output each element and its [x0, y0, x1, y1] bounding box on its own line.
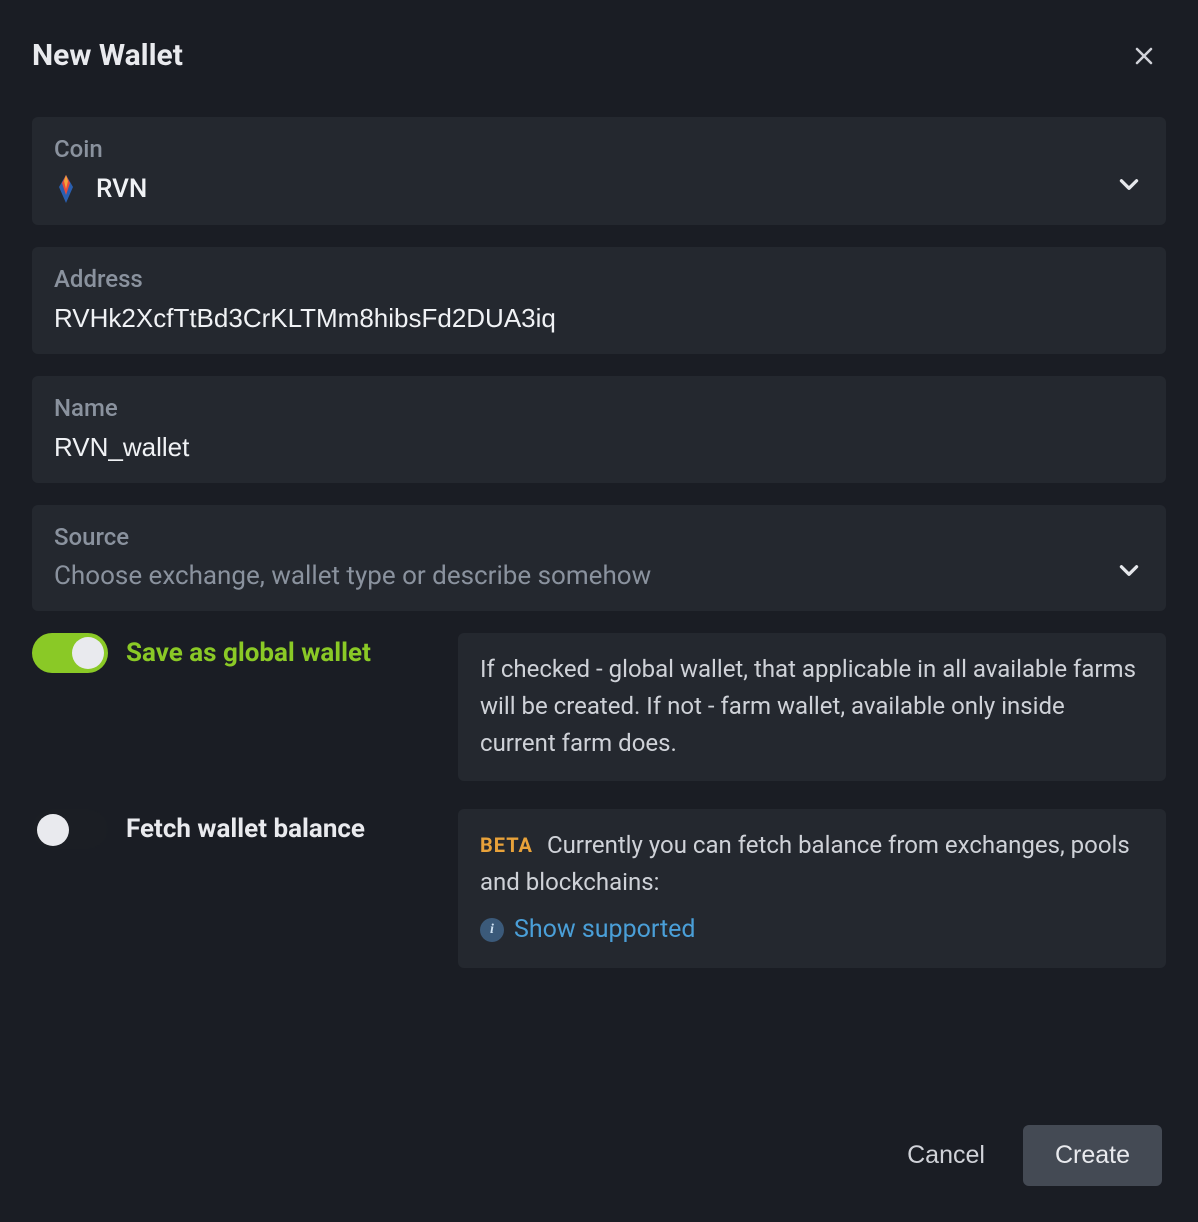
info-icon: i [480, 918, 504, 942]
modal-title: New Wallet [32, 38, 1166, 73]
toggle-knob [72, 637, 104, 669]
global-wallet-info-text: If checked - global wallet, that applica… [480, 655, 1136, 757]
close-icon [1132, 44, 1156, 72]
coin-value: RVN [96, 174, 1144, 204]
source-placeholder: Choose exchange, wallet type or describe… [54, 561, 1144, 591]
chevron-down-icon [1114, 555, 1144, 585]
new-wallet-modal: New Wallet Coin RVN [0, 0, 1198, 1222]
fetch-balance-toggle[interactable] [32, 809, 108, 849]
toggle-knob [37, 814, 69, 846]
address-field[interactable]: Address [32, 247, 1166, 354]
cancel-button[interactable]: Cancel [897, 1127, 995, 1184]
coin-value-row: RVN [54, 173, 1144, 205]
fetch-balance-info: BETA Currently you can fetch balance fro… [458, 809, 1166, 968]
name-field[interactable]: Name [32, 376, 1166, 483]
rvn-coin-icon [54, 173, 78, 205]
global-wallet-toggle[interactable] [32, 633, 108, 673]
coin-label: Coin [54, 135, 1144, 163]
address-input[interactable] [54, 303, 1144, 334]
show-supported-link[interactable]: Show supported [514, 911, 696, 950]
beta-badge: BETA [480, 833, 533, 857]
fetch-balance-row: Fetch wallet balance BETA Currently you … [32, 809, 1166, 968]
name-input[interactable] [54, 432, 1144, 463]
address-label: Address [54, 265, 1144, 293]
close-button[interactable] [1126, 40, 1162, 76]
source-select[interactable]: Source Choose exchange, wallet type or d… [32, 505, 1166, 611]
fetch-balance-label: Fetch wallet balance [126, 814, 365, 844]
form: Coin RVN Address [32, 117, 1166, 968]
footer: Cancel Create [897, 1125, 1162, 1186]
source-label: Source [54, 523, 1144, 551]
create-button[interactable]: Create [1023, 1125, 1162, 1186]
global-wallet-label: Save as global wallet [126, 638, 371, 668]
coin-select[interactable]: Coin RVN [32, 117, 1166, 225]
global-wallet-info: If checked - global wallet, that applica… [458, 633, 1166, 781]
chevron-down-icon [1114, 169, 1144, 199]
fetch-balance-info-text: Currently you can fetch balance from exc… [480, 831, 1130, 896]
global-wallet-row: Save as global wallet If checked - globa… [32, 633, 1166, 781]
name-label: Name [54, 394, 1144, 422]
